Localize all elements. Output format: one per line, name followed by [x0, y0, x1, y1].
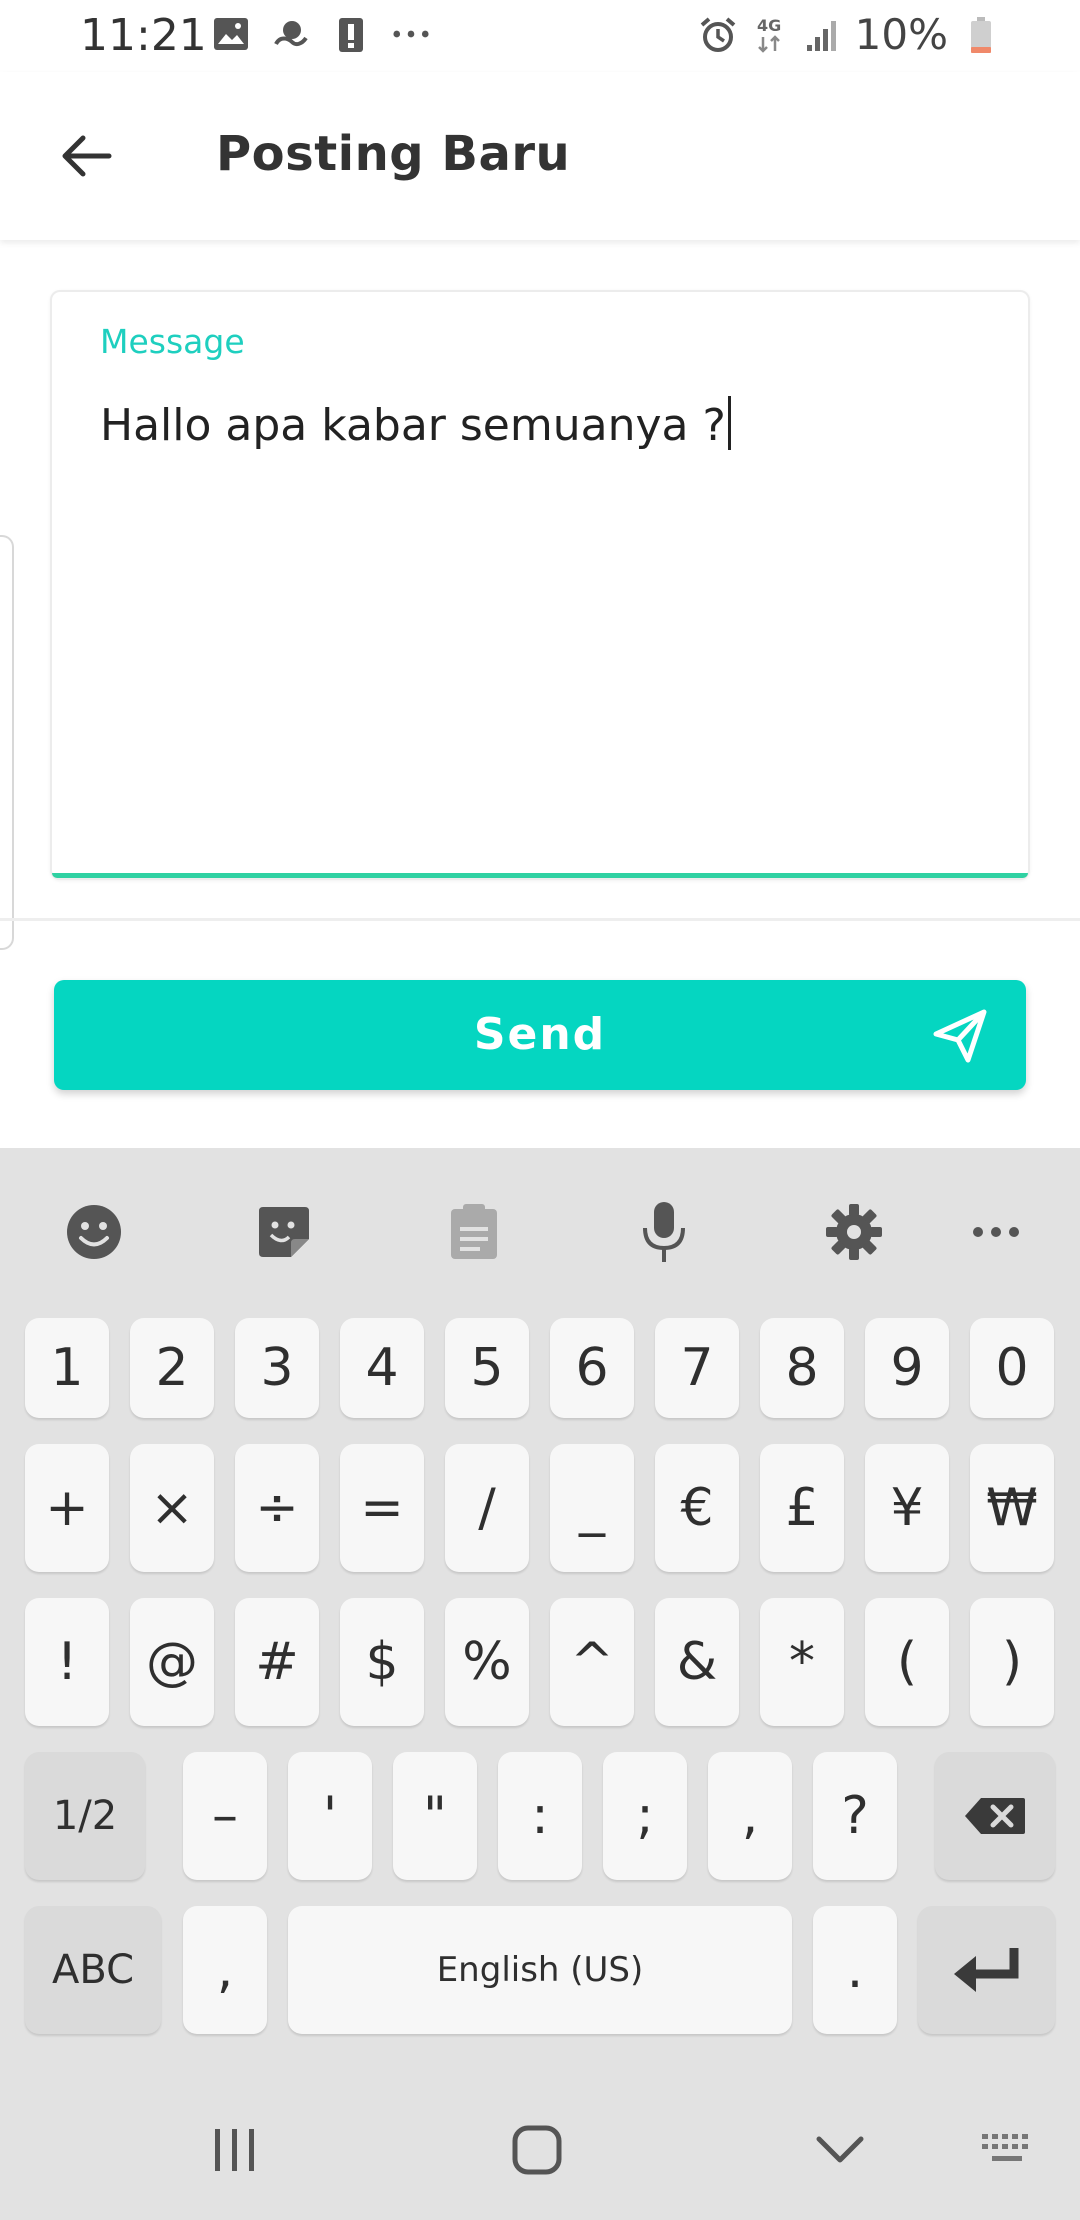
keyboard-toolbar	[0, 1188, 1080, 1276]
key-slash[interactable]: /	[445, 1444, 529, 1572]
key-ampersand[interactable]: &	[655, 1598, 739, 1726]
svg-text:4G: 4G	[757, 16, 781, 35]
key-asterisk[interactable]: *	[760, 1598, 844, 1726]
key-at[interactable]: @	[130, 1598, 214, 1726]
key-euro[interactable]: €	[655, 1444, 739, 1572]
enter-icon	[953, 1948, 1018, 1992]
key-2[interactable]: 2	[130, 1318, 214, 1418]
key-pound[interactable]: £	[760, 1444, 844, 1572]
key-3[interactable]: 3	[235, 1318, 319, 1418]
key-exclamation[interactable]: !	[25, 1598, 109, 1726]
key-close-paren[interactable]: )	[970, 1598, 1054, 1726]
recent-apps-button[interactable]	[185, 2110, 285, 2190]
key-en-dash[interactable]: –	[183, 1752, 267, 1880]
message-underline	[52, 873, 1028, 878]
status-icons-right: 4G 10%	[699, 10, 1000, 59]
key-plus[interactable]: +	[25, 1444, 109, 1572]
home-button[interactable]	[487, 2110, 587, 2190]
more-dots-icon	[392, 14, 430, 54]
status-bar: 11:21 4G 10%	[0, 0, 1080, 72]
page-title: Posting Baru	[216, 126, 571, 182]
edge-panel-handle[interactable]	[0, 535, 14, 950]
key-underscore[interactable]: _	[550, 1444, 634, 1572]
enter-key[interactable]	[918, 1906, 1055, 2034]
key-yen[interactable]: ¥	[865, 1444, 949, 1572]
battery-icon	[962, 15, 1000, 55]
key-hash[interactable]: #	[235, 1598, 319, 1726]
message-text: Hallo apa kabar semuanya ?	[100, 400, 726, 451]
weather-icon	[272, 14, 310, 54]
more-icon[interactable]	[956, 1188, 1036, 1276]
key-caret[interactable]: ^	[550, 1598, 634, 1726]
microphone-icon[interactable]	[624, 1188, 704, 1276]
abc-key[interactable]: ABC	[25, 1906, 161, 2034]
key-5[interactable]: 5	[445, 1318, 529, 1418]
alert-icon	[332, 14, 370, 54]
key-comma[interactable]: ,	[183, 1906, 267, 2034]
key-double-quote[interactable]: "	[393, 1752, 477, 1880]
image-icon	[212, 14, 250, 54]
divider	[0, 918, 1080, 921]
recent-apps-icon	[215, 2129, 254, 2171]
key-comma-symbol[interactable]: ,	[708, 1752, 792, 1880]
back-nav-button[interactable]	[790, 2110, 890, 2190]
status-icons-left	[212, 14, 430, 54]
page-toggle-key[interactable]: 1/2	[25, 1752, 145, 1880]
key-7[interactable]: 7	[655, 1318, 739, 1418]
home-icon	[512, 2125, 562, 2175]
message-field-card[interactable]: Message Hallo apa kabar semuanya ?	[50, 290, 1030, 880]
send-label: Send	[473, 1009, 607, 1060]
key-divide[interactable]: ÷	[235, 1444, 319, 1572]
clipboard-icon[interactable]	[434, 1188, 514, 1276]
text-cursor	[727, 396, 731, 450]
keyboard-icon	[982, 2134, 1028, 2161]
4g-icon: 4G	[751, 15, 789, 55]
signal-icon	[803, 15, 841, 55]
key-1[interactable]: 1	[25, 1318, 109, 1418]
key-period[interactable]: .	[813, 1906, 897, 2034]
alarm-icon	[699, 15, 737, 55]
key-open-paren[interactable]: (	[865, 1598, 949, 1726]
key-multiply[interactable]: ×	[130, 1444, 214, 1572]
key-question[interactable]: ?	[813, 1752, 897, 1880]
key-semicolon[interactable]: ;	[603, 1752, 687, 1880]
key-6[interactable]: 6	[550, 1318, 634, 1418]
message-input[interactable]: Hallo apa kabar semuanya ?	[100, 396, 731, 451]
key-equals[interactable]: =	[340, 1444, 424, 1572]
paper-plane-icon	[933, 1009, 987, 1063]
key-apostrophe[interactable]: '	[288, 1752, 372, 1880]
key-won[interactable]: ₩	[970, 1444, 1054, 1572]
space-key[interactable]: English (US)	[288, 1906, 792, 2034]
key-9[interactable]: 9	[865, 1318, 949, 1418]
key-4[interactable]: 4	[340, 1318, 424, 1418]
back-chevron-icon	[816, 2136, 864, 2163]
backspace-key[interactable]	[935, 1752, 1055, 1880]
emoji-icon[interactable]	[54, 1188, 134, 1276]
key-dollar[interactable]: $	[340, 1598, 424, 1726]
sticker-icon[interactable]	[244, 1188, 324, 1276]
keyboard: 1 2 3 4 5 6 7 8 9 0 + × ÷ = / _ € £ ¥ ₩ …	[0, 1148, 1080, 2220]
message-label: Message	[100, 322, 245, 361]
key-0[interactable]: 0	[970, 1318, 1054, 1418]
backspace-icon	[965, 1798, 1025, 1834]
arrow-left-icon	[62, 135, 112, 177]
keyboard-switch-button[interactable]	[958, 2110, 1058, 2190]
battery-percent: 10%	[854, 10, 948, 59]
key-8[interactable]: 8	[760, 1318, 844, 1418]
settings-icon[interactable]	[814, 1188, 894, 1276]
send-button[interactable]: Send	[54, 980, 1026, 1090]
status-time: 11:21	[80, 10, 207, 61]
back-button[interactable]	[40, 116, 130, 196]
key-colon[interactable]: :	[498, 1752, 582, 1880]
app-bar: Posting Baru	[0, 72, 1080, 240]
key-percent[interactable]: %	[445, 1598, 529, 1726]
